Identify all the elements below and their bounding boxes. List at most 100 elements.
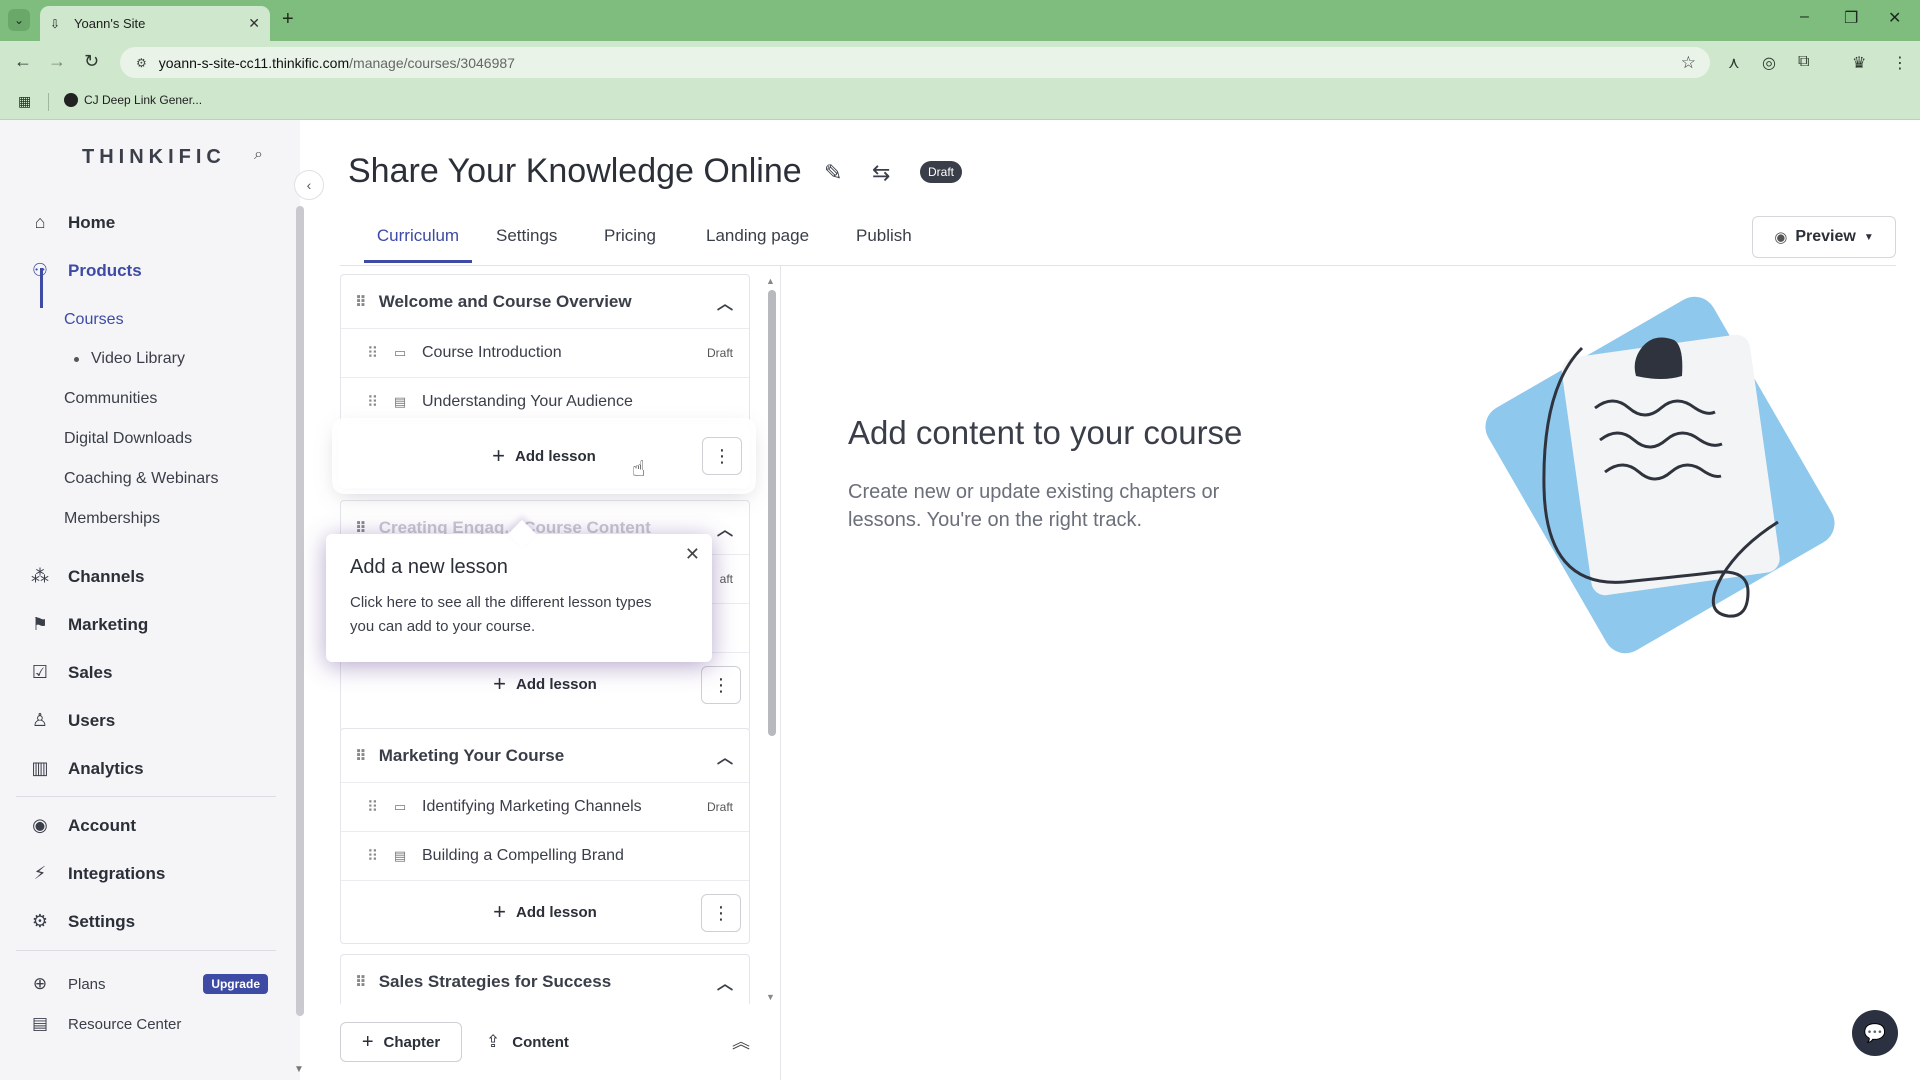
drag-handle-icon[interactable]: ⠿	[355, 973, 367, 991]
close-icon[interactable]: ✕	[685, 544, 700, 565]
tab-search-icon[interactable]: ⌄	[8, 9, 30, 31]
sidebar-item-channels[interactable]: ⁂ Channels	[28, 566, 145, 587]
chevron-down-icon: ▼	[1863, 231, 1874, 243]
sidebar-item-label: Integrations	[68, 863, 166, 883]
sidebar-item-analytics[interactable]: ▥ Analytics	[28, 758, 143, 779]
browser-menu-icon[interactable]: ⋮	[1892, 53, 1908, 73]
add-lesson-button[interactable]: + Add lesson	[493, 671, 597, 697]
lesson-row[interactable]: ⠿ ▤ Understanding Your Audience	[341, 378, 749, 427]
chevron-up-icon[interactable]: ︿	[717, 290, 733, 314]
add-chapter-button[interactable]: + Chapter	[340, 1022, 462, 1062]
restore-icon[interactable]: ❐	[1844, 8, 1858, 28]
preview-button[interactable]: ◉ Preview ▼	[1752, 216, 1896, 258]
onboarding-popover: Add a new lesson Click here to see all t…	[326, 534, 712, 662]
chevron-up-icon[interactable]: ︿	[717, 970, 733, 994]
sidebar-sub-communities[interactable]: Communities	[64, 390, 157, 408]
sidebar-sub-memberships[interactable]: Memberships	[64, 510, 160, 528]
sidebar-item-marketing[interactable]: ⚑ Marketing	[28, 614, 148, 635]
back-icon[interactable]: ←	[14, 51, 32, 72]
forward-icon[interactable]: →	[48, 51, 66, 72]
new-tab-icon[interactable]: +	[282, 8, 294, 31]
site-info-icon[interactable]: ⚙	[136, 56, 147, 70]
sidebar-item-products[interactable]: ⚇ Products	[28, 260, 142, 281]
bookmark-star-icon[interactable]: ☆	[1681, 53, 1696, 73]
plus-icon: +	[361, 1030, 374, 1053]
video-icon: ▭	[393, 799, 407, 814]
edit-title-icon[interactable]: ✎	[824, 160, 842, 186]
popover-body: Click here to see all the different less…	[350, 594, 652, 635]
sidebar-sub-digital-downloads[interactable]: Digital Downloads	[64, 430, 192, 448]
status-badge: Draft	[920, 161, 963, 183]
collapse-all-icon[interactable]: ︽	[732, 1028, 750, 1054]
sidebar-item-resource-center[interactable]: ▤ Resource Center	[28, 1014, 181, 1034]
tab-publish[interactable]: Publish	[856, 226, 912, 260]
chevron-up-icon[interactable]: ︿	[717, 516, 733, 540]
add-lesson-button[interactable]: + Add lesson	[492, 443, 596, 469]
drag-handle-icon[interactable]: ⠿	[367, 393, 378, 411]
sidebar-item-label: Channels	[68, 566, 145, 586]
drag-handle-icon[interactable]: ⠿	[355, 293, 367, 311]
extension-icon[interactable]: ◎	[1762, 53, 1776, 73]
more-options-icon[interactable]: ⋮	[702, 437, 742, 475]
apps-grid-icon[interactable]: ▦	[18, 93, 31, 110]
profile-icon[interactable]: ♛	[1852, 53, 1866, 73]
browser-tab[interactable]: ⇩ Yoann's Site ✕	[40, 6, 270, 41]
sidebar-sub-courses[interactable]: Courses	[64, 311, 124, 329]
tab-settings[interactable]: Settings	[496, 226, 557, 260]
sidebar-item-home[interactable]: ⌂ Home	[28, 212, 116, 233]
reload-icon[interactable]: ↻	[84, 51, 99, 72]
sidebar-sub-coaching-webinars[interactable]: Coaching & Webinars	[64, 470, 218, 488]
lesson-row[interactable]: ⠿ ▤ Building a Compelling Brand	[341, 832, 749, 881]
thinkific-logo[interactable]: THINKIFIC	[82, 146, 226, 169]
tab-curriculum[interactable]: Curriculum	[364, 226, 472, 263]
sidebar-scrollbar[interactable]	[296, 206, 304, 1016]
sidebar-item-sales[interactable]: ☑ Sales	[28, 662, 113, 683]
bulk-content-button[interactable]: ⇪ Content	[486, 1022, 569, 1062]
window-close-icon[interactable]: ✕	[1888, 8, 1901, 28]
sidebar-sub-video-library[interactable]: Video Library	[74, 350, 185, 368]
sidebar-item-settings[interactable]: ⚙ Settings	[28, 911, 135, 932]
url-input[interactable]: ⚙ yoann-s-site-cc11.thinkific.com/manage…	[120, 47, 1710, 78]
chevron-up-icon[interactable]: ︿	[717, 744, 733, 768]
tab-close-icon[interactable]: ✕	[248, 15, 260, 32]
minimize-icon[interactable]: –	[1800, 8, 1809, 26]
sidebar-item-users[interactable]: ♙ Users	[28, 710, 115, 731]
chapter-card: ⠿ Marketing Your Course ︿ ⠿ ▭ Identifyin…	[340, 728, 750, 944]
scroll-up-icon[interactable]: ▲	[766, 276, 775, 286]
more-options-icon[interactable]: ⋮	[701, 894, 741, 932]
plus-icon: +	[492, 443, 505, 468]
collapse-sidebar-button[interactable]: ‹	[294, 170, 324, 200]
sidebar-sub-label: Video Library	[91, 350, 185, 367]
extension-icon[interactable]: ⋏	[1728, 53, 1740, 73]
curriculum-scrollbar[interactable]	[768, 290, 776, 736]
drag-handle-icon[interactable]: ⠿	[367, 847, 378, 865]
sidebar-item-account[interactable]: ◉ Account	[28, 815, 136, 836]
chapter-title: Welcome and Course Overview	[378, 291, 632, 311]
chapter-header[interactable]: ⠿ Sales Strategies for Success ︿	[341, 955, 749, 1004]
upgrade-button[interactable]: Upgrade	[203, 974, 268, 994]
tab-pricing[interactable]: Pricing	[604, 226, 656, 260]
search-icon[interactable]: ⌕	[254, 146, 263, 164]
add-lesson-button[interactable]: + Add lesson	[493, 899, 597, 925]
more-options-icon[interactable]: ⋮	[701, 666, 741, 704]
chapter-header[interactable]: ⠿ Welcome and Course Overview ︿	[341, 275, 749, 329]
lesson-row[interactable]: ⠿ ▭ Identifying Marketing Channels Draft	[341, 783, 749, 832]
column-divider	[780, 266, 781, 1080]
tab-landing-page[interactable]: Landing page	[706, 226, 809, 260]
drag-handle-icon[interactable]: ⠿	[367, 344, 378, 362]
drag-handle-icon[interactable]: ⠿	[367, 798, 378, 816]
upload-icon: ⇪	[486, 1032, 501, 1051]
chat-icon[interactable]: 💬	[1852, 1010, 1898, 1056]
switch-product-icon[interactable]: ⇆	[872, 160, 890, 186]
scroll-down-icon[interactable]: ▼	[766, 992, 775, 1002]
sidebar-item-integrations[interactable]: ⚡ Integrations	[28, 863, 166, 884]
sidebar-item-label: Products	[68, 260, 142, 280]
drag-handle-icon[interactable]: ⠿	[355, 747, 367, 765]
chapter-header[interactable]: ⠿ Marketing Your Course ︿	[341, 729, 749, 783]
lesson-row[interactable]: ⠿ ▭ Course Introduction Draft	[341, 329, 749, 378]
scroll-down-icon[interactable]: ▼	[294, 1064, 304, 1075]
sidebar-item-plans[interactable]: ⊕ Plans Upgrade	[28, 974, 268, 994]
extensions-puzzle-icon[interactable]: ⧉	[1798, 53, 1809, 71]
sidebar-item-label: Users	[68, 710, 116, 730]
bookmark-item[interactable]: CJ Deep Link Gener...	[64, 93, 202, 107]
